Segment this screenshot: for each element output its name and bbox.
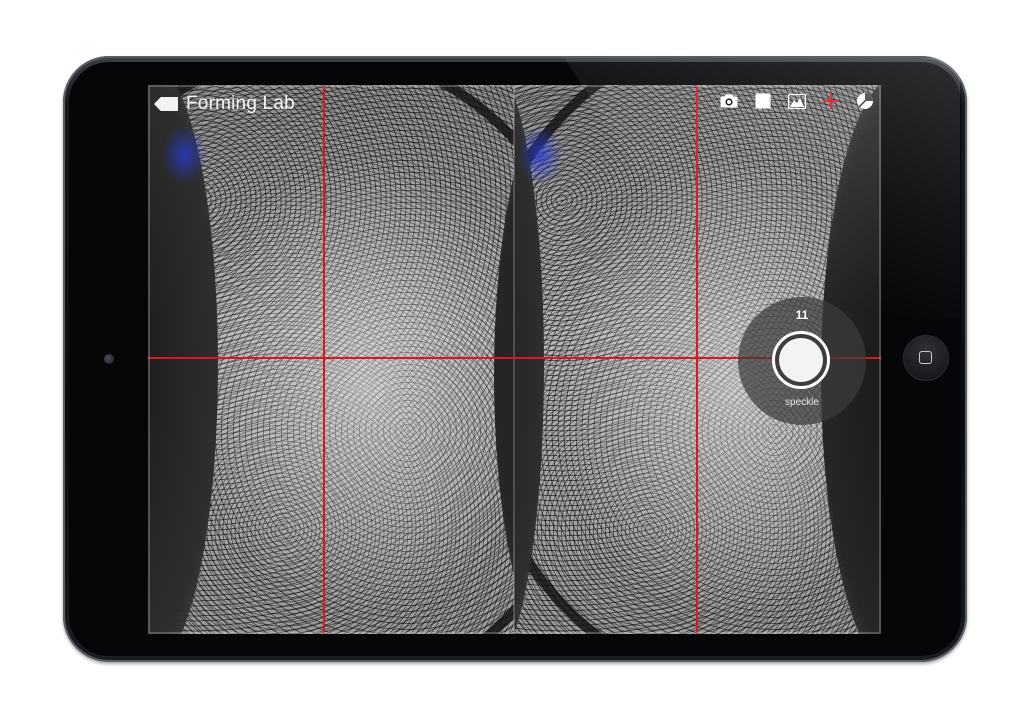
capture-count: 11 (795, 308, 809, 322)
exposure-icon[interactable] (855, 91, 875, 111)
white-square-icon[interactable] (753, 91, 773, 111)
left-camera-view[interactable] (148, 85, 514, 634)
camera-icon[interactable] (719, 91, 739, 111)
capture-hud: 11 speckle (738, 297, 866, 425)
capture-mode-label: speckle (785, 397, 819, 408)
crosshair-vertical-left (323, 85, 325, 634)
front-camera (104, 354, 114, 364)
histogram-icon[interactable] (787, 91, 807, 111)
blue-tint (162, 125, 207, 185)
crosshair-icon[interactable] (821, 91, 841, 111)
blue-tint (518, 125, 563, 185)
app-title: Forming Lab (186, 93, 295, 114)
view-divider (513, 85, 515, 634)
home-button[interactable] (903, 335, 949, 381)
crosshair-vertical-right (696, 85, 698, 634)
camera-screen[interactable]: Forming Lab 11 speckle (148, 85, 881, 634)
capture-button[interactable] (772, 331, 830, 389)
toolbar (719, 91, 875, 111)
back-button[interactable]: Forming Lab (154, 93, 295, 115)
back-arrow-icon (154, 97, 178, 111)
home-square-icon (919, 351, 932, 364)
